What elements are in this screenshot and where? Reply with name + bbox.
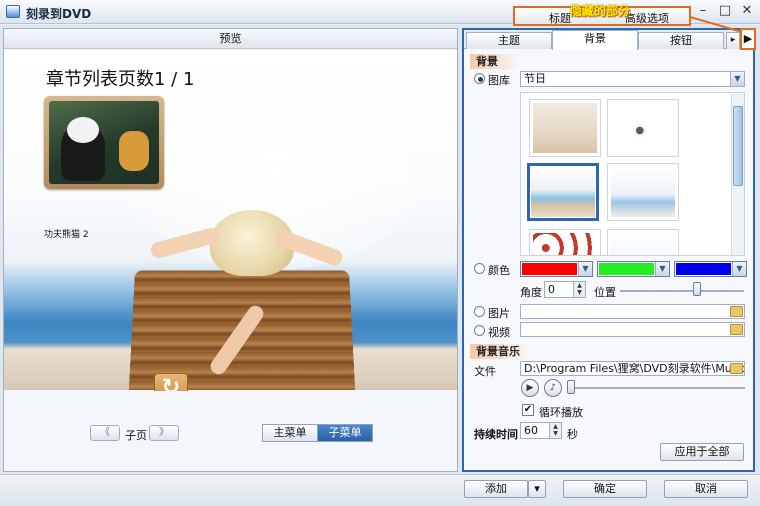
- position-slider-track[interactable]: [620, 290, 744, 292]
- next-page-button[interactable]: 》: [149, 425, 179, 441]
- gallery-item-sea-horizon[interactable]: [607, 163, 679, 221]
- gallery-item-beach-sand[interactable]: [529, 99, 601, 157]
- music-progress-handle[interactable]: [567, 380, 575, 394]
- tab-background[interactable]: 背景: [552, 30, 638, 50]
- chevron-down-icon: ▼: [730, 72, 744, 86]
- window-title: 刻录到DVD: [26, 7, 92, 21]
- duration-unit: 秒: [567, 428, 578, 441]
- duration-stepper[interactable]: 60 ▲ ▼: [520, 422, 562, 439]
- chevron-down-icon: ▼: [655, 262, 669, 276]
- tab-bar: 主题 背景 按钮 ▸: [464, 30, 753, 50]
- preview-navigation: [4, 391, 457, 471]
- cancel-button[interactable]: 取消: [664, 480, 748, 498]
- music-file-path: D:\Program Files\狸窝\DVD刻录软件\Music\defa: [524, 362, 744, 375]
- gallery-item-beach-chair[interactable]: [527, 163, 599, 221]
- dvd-burner-icon: [6, 5, 20, 18]
- video-label: 视频: [488, 326, 510, 339]
- gallery-item-cloud[interactable]: [607, 229, 679, 255]
- chevron-down-icon: ▼: [732, 262, 746, 276]
- chapter-thumbnail-caption: 功夫熊猫 2: [44, 230, 89, 240]
- preview-panel: 预览 章节列表页数1 / 1 功夫熊猫 2 ↻ 《 子页 》 主菜单 子菜单: [3, 28, 458, 472]
- music-note-icon[interactable]: ♪: [544, 379, 562, 397]
- library-radio[interactable]: [474, 73, 485, 84]
- play-icon[interactable]: ▶: [521, 379, 539, 397]
- color-swatch-2-fill: [599, 263, 654, 275]
- duration-label: 持续时间: [474, 428, 518, 441]
- color-swatch-2[interactable]: ▼: [597, 261, 670, 277]
- picture-radio[interactable]: [474, 306, 485, 317]
- tiger-figure: [119, 131, 149, 171]
- add-button[interactable]: 添加: [464, 480, 528, 498]
- tab-scroll-right-icon[interactable]: ▸: [726, 32, 740, 49]
- hidden-part-annotation: 隐藏的部分: [570, 4, 631, 18]
- ok-button[interactable]: 确定: [563, 480, 647, 498]
- tab-buttons[interactable]: 按钮: [638, 32, 724, 49]
- main-menu-button[interactable]: 主菜单: [262, 424, 318, 442]
- tab-title[interactable]: 标题: [549, 10, 571, 26]
- folder-icon[interactable]: [730, 306, 743, 317]
- gallery-image: [611, 103, 675, 153]
- file-label: 文件: [474, 365, 496, 378]
- tab-theme[interactable]: 主题: [466, 32, 552, 49]
- gallery-image: [533, 103, 597, 153]
- music-file-field[interactable]: D:\Program Files\狸窝\DVD刻录软件\Music\defa: [520, 361, 745, 376]
- duration-value: 60: [524, 424, 538, 437]
- loop-label: 循环播放: [539, 406, 583, 419]
- video-radio[interactable]: [474, 325, 485, 336]
- position-label: 位置: [594, 286, 616, 299]
- library-label: 图库: [488, 74, 510, 87]
- color-label: 颜色: [488, 264, 510, 277]
- angle-stepper[interactable]: 0 ▲ ▼: [544, 281, 586, 298]
- gallery-image: [533, 233, 597, 255]
- gallery-scrollbar[interactable]: [731, 94, 744, 255]
- angle-value: 0: [548, 283, 555, 296]
- chapter-thumbnail-image: [49, 101, 159, 184]
- tab-advanced-options[interactable]: 高级选项: [625, 10, 669, 26]
- subpage-label: 子页: [125, 429, 147, 442]
- prev-page-button[interactable]: 《: [90, 425, 120, 441]
- sub-menu-button[interactable]: 子菜单: [317, 424, 373, 442]
- picture-label: 图片: [488, 307, 510, 320]
- chapter-thumbnail[interactable]: [44, 96, 164, 189]
- gallery-image: [531, 167, 595, 217]
- angle-label: 角度: [520, 286, 542, 299]
- library-select-value: 节日: [524, 72, 546, 85]
- maximize-button[interactable]: □: [716, 3, 734, 20]
- video-path-field[interactable]: [520, 322, 745, 337]
- color-radio[interactable]: [474, 263, 485, 274]
- folder-icon[interactable]: [730, 363, 743, 374]
- gallery-item-festive[interactable]: [529, 229, 601, 255]
- panda-face: [67, 117, 99, 143]
- color-swatch-3[interactable]: ▼: [674, 261, 747, 277]
- loop-checkbox[interactable]: ✔: [522, 404, 534, 416]
- chapter-page-title: 章节列表页数1 / 1: [46, 69, 195, 90]
- spin-arrows-icon[interactable]: ▲ ▼: [549, 423, 561, 438]
- close-button[interactable]: ✕: [738, 3, 756, 20]
- gallery-scrollbar-thumb[interactable]: [733, 106, 743, 186]
- tab-more-arrow-icon[interactable]: ▶: [740, 28, 756, 50]
- apply-all-button[interactable]: 应用于全部: [660, 443, 744, 461]
- music-section-header: 背景音乐: [470, 344, 530, 359]
- background-gallery: [520, 92, 745, 256]
- gallery-image: [611, 233, 675, 255]
- color-swatch-1-fill: [522, 263, 577, 275]
- preview-header: 预览: [4, 29, 457, 49]
- spin-arrows-icon[interactable]: ▲ ▼: [573, 282, 585, 297]
- position-slider-handle[interactable]: [692, 282, 701, 296]
- gallery-item-wedding-couple[interactable]: [607, 99, 679, 157]
- music-progress-track[interactable]: [568, 387, 745, 389]
- chevron-down-icon: ▼: [578, 262, 592, 276]
- settings-panel: 主题 背景 按钮 ▸ 背景 图库 节日 ▼ 颜色 ▼ ▼ ▼ 角度 0 ▲ ▼ …: [462, 28, 755, 472]
- picture-path-field[interactable]: [520, 304, 745, 319]
- color-swatch-3-fill: [676, 263, 731, 275]
- library-select[interactable]: 节日 ▼: [520, 71, 745, 87]
- background-section-header: 背景: [470, 54, 520, 69]
- color-swatch-1[interactable]: ▼: [520, 261, 593, 277]
- gallery-image: [611, 167, 675, 217]
- folder-icon[interactable]: [730, 324, 743, 335]
- add-dropdown-icon[interactable]: ▾: [528, 480, 546, 498]
